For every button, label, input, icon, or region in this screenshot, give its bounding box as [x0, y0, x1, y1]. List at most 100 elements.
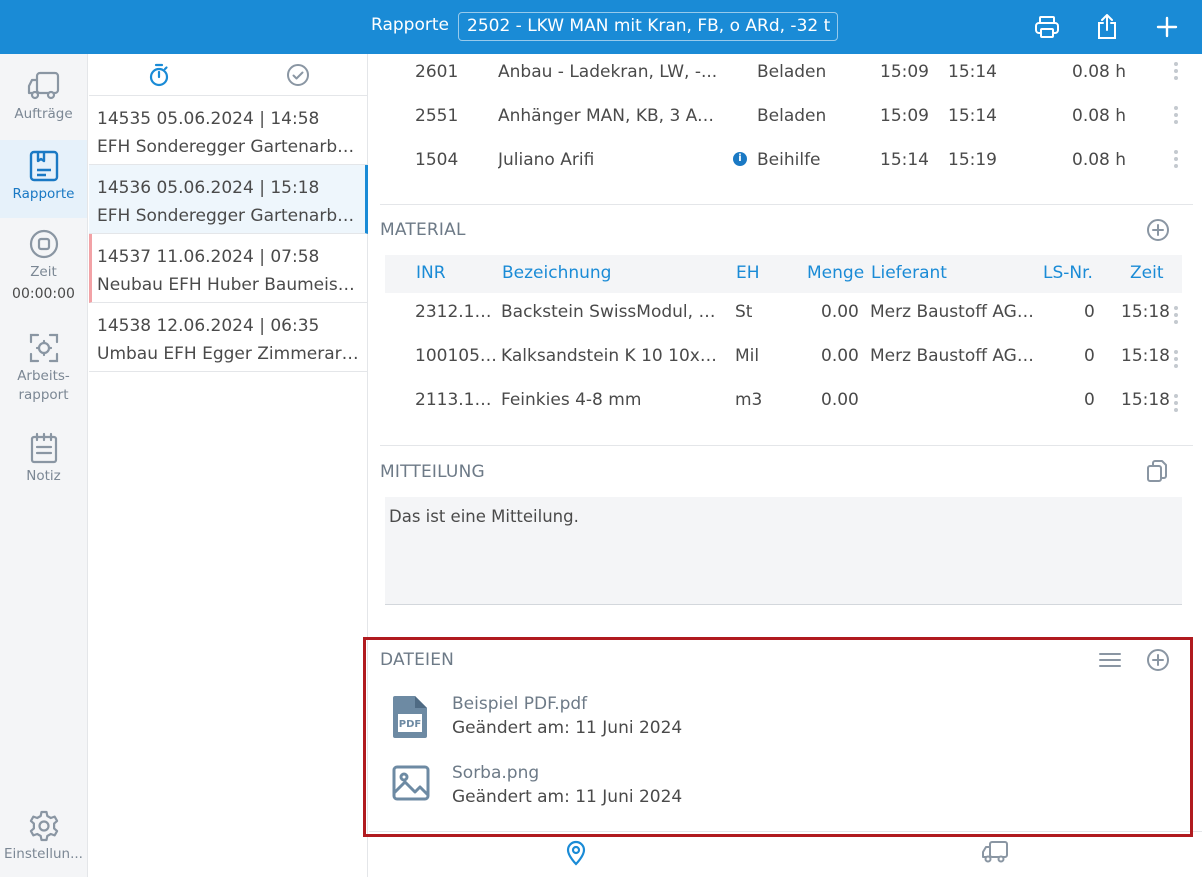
nav-label-arbeits: Arbeits- — [17, 368, 70, 384]
dateien-section-title: DATEIEN — [380, 650, 455, 670]
resource-nr: 2551 — [415, 106, 459, 126]
add-file-icon[interactable] — [1146, 648, 1170, 672]
list-item[interactable]: 14537 11.06.2024 | 07:58 Neubau EFH Hube… — [89, 234, 368, 303]
column-header-bezeichnung[interactable]: Bezeichnung — [502, 263, 611, 283]
resource-type: Beladen — [757, 62, 827, 82]
material-zeit: 15:18 — [1121, 302, 1170, 322]
nav-item-notiz[interactable]: Notiz — [0, 432, 87, 494]
material-row[interactable]: 2113.118 Feinkies 4-8 mm m3 0.00 0 15:18 — [369, 382, 1202, 426]
list-item[interactable]: 14535 05.06.2024 | 14:58 EFH Sonderegger… — [89, 96, 368, 165]
top-bar: Rapporte 2502 - LKW MAN mit Kran, FB, o … — [0, 0, 1202, 54]
material-eh: St — [735, 302, 753, 322]
section-divider — [380, 204, 1193, 205]
more-options-icon[interactable] — [1174, 394, 1178, 415]
column-header-zeit[interactable]: Zeit — [1130, 263, 1164, 283]
resource-duration: 0.08 h — [1072, 62, 1127, 82]
order-select-field[interactable]: 2502 - LKW MAN mit Kran, FB, o ARd, -32 … — [458, 12, 838, 41]
material-inr: 10010589 — [415, 346, 497, 366]
more-options-icon[interactable] — [1174, 350, 1178, 371]
list-item[interactable]: 14538 12.06.2024 | 06:35 Umbau EFH Egger… — [89, 303, 368, 372]
resource-to: 15:14 — [948, 106, 997, 126]
nav-label-zeit: Zeit — [30, 264, 57, 280]
nav-label-rapport: rapport — [18, 387, 69, 403]
resource-nr: 2601 — [415, 62, 459, 82]
pdf-badge: PDF — [399, 719, 421, 730]
resource-row[interactable]: 2601 Anbau - Ladekran, LW, -... Beladen … — [369, 54, 1202, 98]
column-header-lieferant[interactable]: Lieferant — [871, 263, 947, 283]
list-item-title: Neubau EFH Huber Baumeisterarbeiten — [97, 275, 359, 295]
material-bezeichnung: Backstein SwissModul, BN 15 — [501, 302, 721, 322]
nav-item-auftraege[interactable]: Aufträge — [0, 70, 87, 140]
image-file-icon — [391, 763, 431, 809]
material-ls-nr: 0 — [1084, 390, 1095, 410]
resource-to: 15:19 — [948, 150, 997, 170]
share-icon[interactable] — [1092, 12, 1122, 42]
more-options-icon[interactable] — [1174, 306, 1178, 327]
report-list: 14535 05.06.2024 | 14:58 EFH Sonderegger… — [89, 54, 368, 877]
resource-name: Anbau - Ladekran, LW, -... — [498, 62, 718, 82]
material-zeit: 15:18 — [1121, 346, 1170, 366]
list-view-icon[interactable] — [1098, 651, 1122, 671]
resource-duration: 0.08 h — [1072, 106, 1127, 126]
printer-icon[interactable] — [1032, 12, 1062, 42]
section-divider — [369, 831, 1202, 832]
info-icon[interactable]: i — [733, 152, 747, 166]
page-title: Rapporte — [371, 15, 449, 35]
more-options-icon[interactable] — [1174, 150, 1178, 171]
mitteilung-textarea[interactable]: Das ist eine Mitteilung. — [385, 497, 1182, 605]
nav-item-settings[interactable]: Einstellun... — [0, 810, 87, 872]
copy-icon[interactable] — [1146, 459, 1170, 485]
side-nav: Aufträge Rapporte Zeit 00:00:00 Arbeits-… — [0, 54, 88, 877]
list-item-header: 14535 05.06.2024 | 14:58 — [97, 109, 320, 129]
material-ls-nr: 0 — [1084, 346, 1095, 366]
resource-to: 15:14 — [948, 62, 997, 82]
file-name: Sorba.png — [452, 763, 540, 783]
nav-label-settings: Einstellun... — [4, 846, 83, 862]
more-options-icon[interactable] — [1174, 62, 1178, 83]
material-inr: 2113.118 — [415, 390, 493, 410]
material-ls-nr: 0 — [1084, 302, 1095, 322]
scan-icon — [29, 333, 58, 363]
file-item[interactable]: PDF Beispiel PDF.pdf Geändert am: 11 Jun… — [369, 694, 1202, 754]
resource-type: Beihilfe — [757, 150, 821, 170]
location-pin-icon[interactable] — [565, 840, 589, 866]
column-header-ls-nr[interactable]: LS-Nr. — [1043, 263, 1093, 283]
nav-item-rapporte[interactable]: Rapporte — [0, 140, 87, 218]
file-item[interactable]: Sorba.png Geändert am: 11 Juni 2024 — [369, 763, 1202, 823]
list-item-title: Umbau EFH Egger Zimmerarbeiten — [97, 344, 359, 364]
material-menge: 0.00 — [821, 302, 859, 322]
stopwatch-icon[interactable] — [147, 63, 171, 87]
pdf-file-icon: PDF — [391, 694, 431, 740]
material-menge: 0.00 — [821, 346, 859, 366]
list-item-title: EFH Sonderegger Gartenarbeiten — [97, 206, 359, 226]
add-material-icon[interactable] — [1146, 218, 1170, 242]
resource-row[interactable]: 1504 Juliano Arifi i Beihilfe 15:14 15:1… — [369, 142, 1202, 186]
plus-icon[interactable] — [1152, 12, 1182, 42]
check-circle-icon[interactable] — [286, 63, 310, 87]
resource-row[interactable]: 2551 Anhänger MAN, KB, 3 Achsen Beladen … — [369, 98, 1202, 142]
material-lieferant: Merz Baustoff AG, Zürich — [870, 302, 1035, 322]
list-item-header: 14536 05.06.2024 | 15:18 — [97, 178, 320, 198]
list-item-title: EFH Sonderegger Gartenarbeiten — [97, 137, 359, 157]
column-header-eh[interactable]: EH — [736, 263, 760, 283]
material-bezeichnung: Feinkies 4-8 mm — [501, 390, 642, 410]
resource-from: 15:09 — [880, 106, 929, 126]
resource-from: 15:14 — [880, 150, 929, 170]
more-options-icon[interactable] — [1174, 106, 1178, 127]
nav-item-zeit[interactable]: Zeit 00:00:00 — [0, 228, 87, 318]
truck-icon[interactable] — [981, 840, 1009, 866]
mitteilung-section-title: MITTEILUNG — [380, 462, 485, 482]
column-header-menge[interactable]: Menge — [807, 263, 864, 283]
report-icon — [29, 150, 58, 182]
resource-type: Beladen — [757, 106, 827, 126]
nav-item-arbeitsrapport[interactable]: Arbeits- rapport — [0, 332, 87, 416]
list-item[interactable]: 14536 05.06.2024 | 15:18 EFH Sonderegger… — [89, 165, 368, 234]
report-detail: 2601 Anbau - Ladekran, LW, -... Beladen … — [369, 54, 1202, 877]
material-row[interactable]: 2312.117 Backstein SwissModul, BN 15 St … — [369, 294, 1202, 338]
nav-label-notiz: Notiz — [26, 468, 61, 484]
column-header-inr[interactable]: INR — [416, 263, 446, 283]
material-zeit: 15:18 — [1121, 390, 1170, 410]
file-date: Geändert am: 11 Juni 2024 — [452, 787, 683, 807]
material-section-title: MATERIAL — [380, 220, 466, 240]
material-row[interactable]: 10010589 Kalksandstein K 10 10x14.5 Mil … — [369, 338, 1202, 382]
